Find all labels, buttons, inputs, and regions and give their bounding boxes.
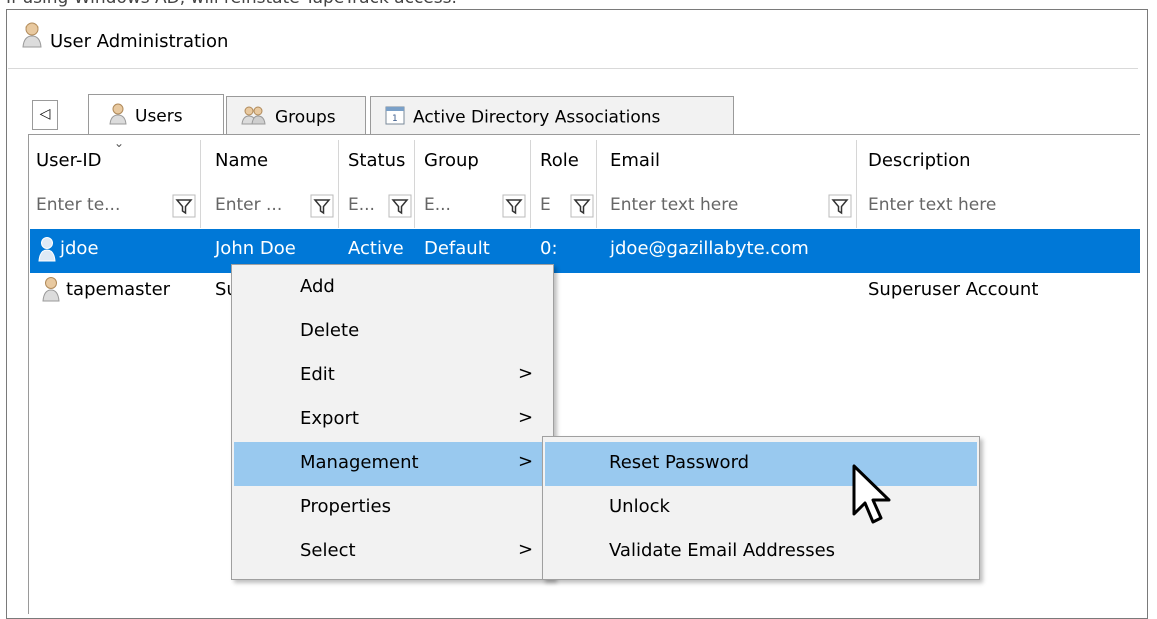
sort-indicator-icon: ⌄ — [114, 136, 125, 150]
context-menu: Add Delete Edit > Export > Management > … — [231, 264, 554, 580]
cell-name[interactable]: John Doe — [215, 238, 296, 259]
menu-item-label: Select — [300, 540, 356, 561]
tab-groups[interactable]: Groups — [226, 96, 366, 134]
column-header-name[interactable]: Name — [215, 150, 268, 171]
svg-text:1: 1 — [392, 114, 398, 124]
column-header-email[interactable]: Email — [610, 150, 660, 171]
menu-item-label: Unlock — [609, 496, 670, 517]
menu-item-validate-email-addresses[interactable]: Validate Email Addresses — [545, 530, 977, 574]
column-header-user-id[interactable]: User-ID — [36, 150, 102, 171]
menu-item-label: Export — [300, 408, 359, 429]
grid-border — [28, 134, 29, 614]
calendar-icon: 1 — [385, 105, 405, 130]
cell-user-id[interactable]: jdoe — [60, 238, 99, 259]
filter-icon[interactable] — [172, 194, 196, 218]
table-row[interactable]: jdoe John Doe Active Default 0: jdoe@gaz… — [30, 229, 1140, 273]
filter-input-name[interactable]: Enter ... — [215, 195, 305, 215]
filter-icon[interactable] — [570, 194, 594, 218]
grid-filter-row: Enter te... Enter ... E... E... E Enter … — [30, 184, 1140, 230]
column-header-status[interactable]: Status — [348, 150, 405, 171]
mouse-cursor-icon — [848, 462, 896, 530]
user-icon — [38, 236, 56, 267]
filter-input-email[interactable]: Enter text here — [610, 195, 810, 215]
menu-item-delete[interactable]: Delete — [234, 310, 551, 354]
cell-role[interactable]: 0: — [540, 238, 558, 259]
grid-header-row: User-ID ⌄ Name Status Group Role Email D… — [30, 136, 1140, 228]
column-header-description[interactable]: Description — [868, 150, 971, 171]
group-icon — [241, 105, 267, 130]
tab-users-label: Users — [135, 106, 183, 127]
user-icon — [22, 22, 42, 48]
submenu-arrow-icon: > — [518, 451, 534, 472]
window-edge — [1148, 0, 1157, 611]
menu-item-management[interactable]: Management > — [234, 442, 551, 486]
filter-icon[interactable] — [502, 194, 526, 218]
menu-item-reset-password[interactable]: Reset Password — [545, 442, 977, 486]
management-submenu: Reset Password Unlock Validate Email Add… — [542, 436, 980, 580]
filter-icon[interactable] — [388, 194, 412, 218]
cell-email[interactable]: jdoe@gazillabyte.com — [610, 238, 809, 259]
menu-item-properties[interactable]: Properties — [234, 486, 551, 530]
column-header-group[interactable]: Group — [424, 150, 479, 171]
tab-ad-label: Active Directory Associations — [413, 107, 661, 128]
filter-icon[interactable] — [828, 194, 852, 218]
menu-item-add[interactable]: Add — [234, 266, 551, 310]
user-icon — [42, 276, 60, 307]
filter-input-role[interactable]: E — [540, 195, 560, 215]
cell-status[interactable]: Active — [348, 238, 404, 259]
filter-icon[interactable] — [310, 194, 334, 218]
submenu-arrow-icon: > — [518, 363, 534, 384]
menu-item-label: Management — [300, 452, 419, 473]
filter-input-status[interactable]: E... — [348, 195, 388, 215]
tab-strip-divider — [28, 134, 1140, 135]
menu-item-label: Delete — [300, 320, 360, 341]
user-icon — [109, 103, 127, 130]
table-row[interactable]: tapemaster Su Superuser Account — [30, 270, 1140, 314]
title-divider — [8, 68, 1138, 69]
filter-input-description[interactable]: Enter text here — [868, 195, 1068, 215]
filter-input-group[interactable]: E... — [424, 195, 464, 215]
tab-groups-label: Groups — [275, 107, 336, 128]
tab-scroll-left-button[interactable]: ◁ — [32, 100, 58, 130]
column-header-role[interactable]: Role — [540, 150, 579, 171]
cell-group[interactable]: Default — [424, 238, 490, 259]
menu-item-select[interactable]: Select > — [234, 530, 551, 574]
filter-input-user-id[interactable]: Enter te... — [36, 195, 148, 215]
submenu-arrow-icon: > — [518, 407, 534, 428]
cell-user-id[interactable]: tapemaster — [66, 279, 170, 300]
menu-item-unlock[interactable]: Unlock — [545, 486, 977, 530]
menu-item-label: Edit — [300, 364, 335, 385]
menu-item-label: Add — [300, 276, 335, 297]
window-title: User Administration — [50, 31, 229, 52]
menu-item-label: Reset Password — [609, 452, 750, 473]
menu-item-label: Properties — [300, 496, 391, 517]
cell-description[interactable]: Superuser Account — [868, 279, 1038, 300]
menu-item-edit[interactable]: Edit > — [234, 354, 551, 398]
tab-active-directory-associations[interactable]: 1 Active Directory Associations — [370, 96, 734, 134]
submenu-arrow-icon: > — [518, 539, 534, 560]
tab-users[interactable]: Users — [88, 94, 224, 134]
menu-item-export[interactable]: Export > — [234, 398, 551, 442]
menu-item-label: Validate Email Addresses — [609, 540, 836, 561]
